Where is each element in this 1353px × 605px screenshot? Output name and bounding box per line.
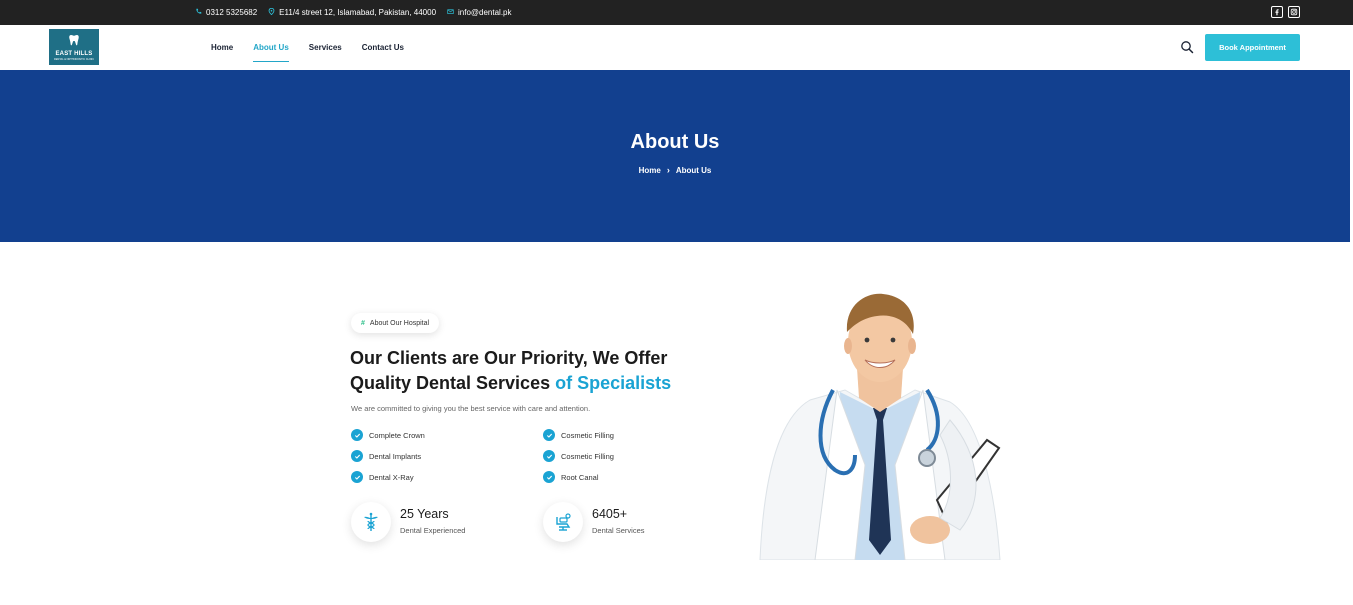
heading-highlight: of Specialists — [555, 373, 672, 393]
address-item[interactable]: E11/4 street 12, Islamabad, Pakistan, 44… — [268, 7, 437, 17]
breadcrumb-home[interactable]: Home — [639, 166, 661, 175]
nav-home[interactable]: Home — [211, 25, 233, 70]
phone-item[interactable]: 0312 5325682 — [195, 8, 257, 17]
feature-item: Dental Implants — [351, 450, 543, 462]
phone-text: 0312 5325682 — [206, 8, 258, 17]
stat-text: 25 Years Dental Experienced — [400, 502, 465, 542]
breadcrumb-current: About Us — [675, 165, 712, 175]
feature-item: Cosmetic Filling — [543, 450, 735, 462]
nav-contact-us[interactable]: Contact Us — [362, 25, 404, 70]
stat-value: 25 Years — [400, 507, 449, 521]
check-icon — [543, 450, 555, 462]
stat-value: 6405+ — [592, 507, 628, 521]
section-heading: Our Clients are Our Priority, We Offer Q… — [350, 346, 730, 396]
feature-label: Root Canal — [561, 472, 599, 482]
check-icon — [351, 450, 363, 462]
search-icon[interactable] — [1180, 40, 1194, 54]
feature-label: Dental Implants — [369, 451, 422, 461]
section-tag-label: About Our Hospital — [369, 319, 430, 327]
feature-label: Cosmetic Filling — [561, 430, 614, 440]
stat-text: 6405+ Dental Services — [592, 502, 645, 542]
section-subtext: We are committed to giving you the best … — [351, 404, 591, 413]
check-icon — [543, 429, 555, 441]
logo-title: EAST HILLS — [55, 51, 93, 57]
dental-chair-icon — [543, 502, 583, 542]
feature-item: Root Canal — [543, 471, 735, 483]
feature-list: Complete Crown Cosmetic Filling Dental I… — [351, 429, 751, 483]
section-tag: # About Our Hospital — [351, 313, 440, 333]
doctor-image — [755, 290, 1005, 561]
phone-icon — [195, 8, 202, 17]
feature-label: Dental X-Ray — [369, 472, 414, 482]
breadcrumb: Home › About Us — [0, 165, 1350, 175]
tooth-icon — [68, 33, 80, 51]
nav-about-us[interactable]: About Us — [253, 25, 289, 70]
check-icon — [351, 471, 363, 483]
top-bar: 0312 5325682 E11/4 street 12, Islamabad,… — [0, 0, 1353, 25]
feature-item: Dental X-Ray — [351, 471, 543, 483]
logo-subtitle: DENTAL & ORTHODONTIC CLINIC — [53, 58, 95, 61]
chevron-right-icon: › — [666, 165, 670, 175]
main-nav: Home About Us Services Contact Us — [211, 25, 404, 70]
caduceus-icon — [351, 502, 391, 542]
main-header: EAST HILLS DENTAL & ORTHODONTIC CLINIC H… — [0, 25, 1353, 70]
feature-item: Complete Crown — [351, 429, 543, 441]
social-links — [1271, 6, 1300, 18]
stat-services: 6405+ Dental Services — [543, 502, 645, 542]
feature-label: Complete Crown — [369, 430, 425, 440]
hash-icon: # — [361, 319, 365, 327]
email-item[interactable]: info@dental.pk — [447, 8, 512, 17]
mail-icon — [447, 8, 454, 17]
check-icon — [543, 471, 555, 483]
check-icon — [351, 429, 363, 441]
email-text: info@dental.pk — [458, 8, 512, 17]
page-banner: About Us Home › About Us — [0, 70, 1350, 242]
book-appointment-button[interactable]: Book Appointment — [1205, 34, 1300, 61]
address-text: E11/4 street 12, Islamabad, Pakistan, 44… — [279, 8, 437, 17]
stat-label: Dental Services — [592, 526, 645, 535]
page-title: About Us — [630, 131, 720, 153]
instagram-icon[interactable] — [1288, 6, 1300, 18]
clinic-logo[interactable]: EAST HILLS DENTAL & ORTHODONTIC CLINIC — [49, 29, 99, 65]
contact-info: 0312 5325682 E11/4 street 12, Islamabad,… — [195, 0, 512, 25]
stat-experience: 25 Years Dental Experienced — [351, 502, 465, 542]
location-pin-icon — [268, 7, 275, 17]
stat-label: Dental Experienced — [400, 526, 466, 535]
feature-label: Cosmetic Filling — [561, 451, 614, 461]
feature-item: Cosmetic Filling — [543, 429, 735, 441]
facebook-icon[interactable] — [1271, 6, 1283, 18]
nav-services[interactable]: Services — [309, 25, 342, 70]
